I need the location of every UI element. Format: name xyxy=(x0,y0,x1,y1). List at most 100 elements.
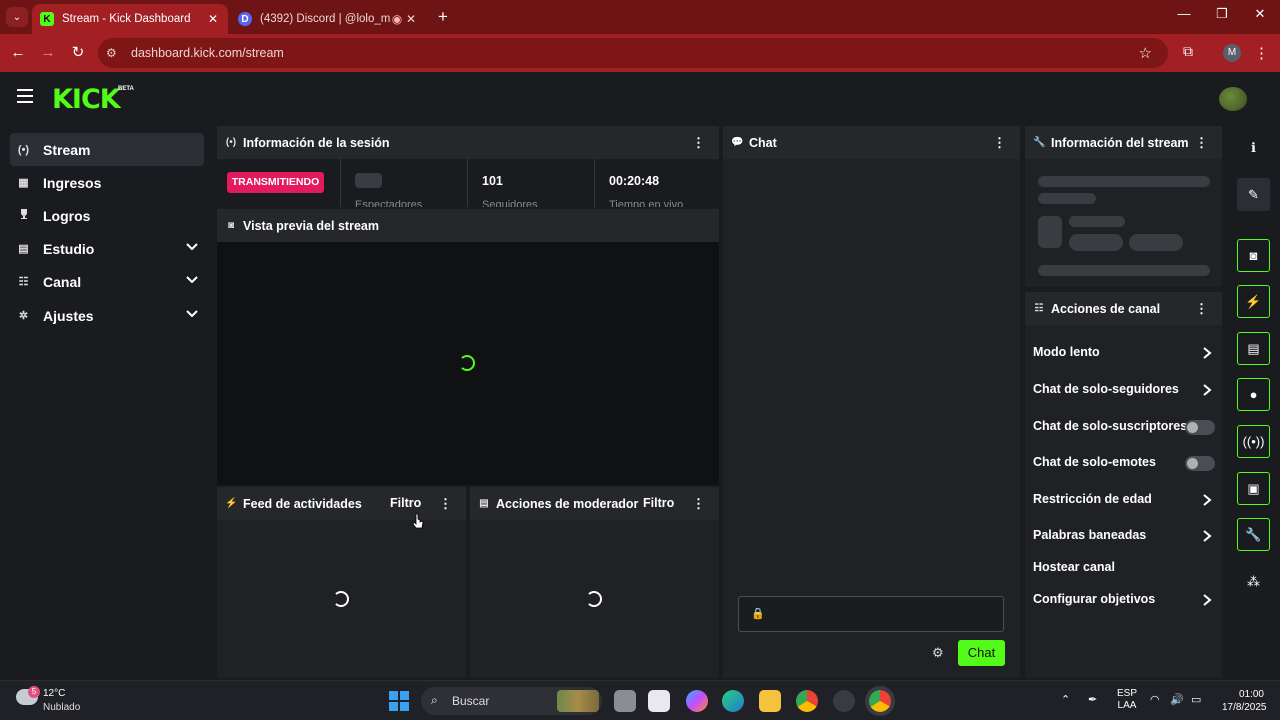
panel-title: Información de la sesión xyxy=(243,135,390,150)
edge-icon[interactable] xyxy=(722,690,744,712)
file-explorer-icon[interactable] xyxy=(759,690,781,712)
subscribers-only-toggle[interactable] xyxy=(1185,420,1215,435)
minimize-button[interactable]: — xyxy=(1165,6,1203,21)
sidebar-item-label: Estudio xyxy=(43,240,95,257)
taskbar-search[interactable]: ⌕ Buscar xyxy=(421,687,602,715)
sidebar-item-ajustes[interactable]: ✲ Ajustes xyxy=(10,299,204,332)
sidebar-item-ingresos[interactable]: ▦ Ingresos xyxy=(10,166,204,199)
action-followers-only[interactable]: Chat de solo-seguidores xyxy=(1033,382,1215,404)
close-window-button[interactable]: ✕ xyxy=(1241,6,1279,22)
panel-header: ◙ Vista previa del stream xyxy=(217,209,719,242)
url-field[interactable]: ⚙ dashboard.kick.com/stream ☆ xyxy=(98,38,1168,68)
more-options-icon[interactable]: ⋮ xyxy=(1195,135,1208,151)
followers-stat: 101 Seguidores xyxy=(467,159,594,207)
app-icon[interactable] xyxy=(648,690,670,712)
chevron-down-icon[interactable] xyxy=(186,273,198,285)
reload-icon[interactable]: ↻ xyxy=(68,43,88,63)
chat-panel: 💬 Chat ⋮ 🔒 ⚙ Chat xyxy=(723,126,1020,678)
action-host-channel[interactable]: Hostear canal xyxy=(1033,560,1215,582)
task-view-icon[interactable] xyxy=(614,690,636,712)
gear-icon[interactable]: ⚙ xyxy=(932,645,944,661)
info-skeleton xyxy=(1038,265,1210,276)
sidebar-item-stream[interactable]: (•) Stream xyxy=(10,133,204,166)
info-icon[interactable]: ℹ xyxy=(1237,131,1270,164)
search-highlight-image xyxy=(557,690,599,712)
sidebar-item-estudio[interactable]: ▤ Estudio xyxy=(10,232,204,265)
action-slow-mode[interactable]: Modo lento xyxy=(1033,345,1215,367)
chrome-profile-icon[interactable] xyxy=(869,690,891,712)
search-label: Buscar xyxy=(452,694,490,708)
forward-arrow-icon[interactable]: → xyxy=(38,43,58,63)
sidebar-item-logros[interactable]: Logros xyxy=(10,199,204,232)
notes-icon[interactable]: ▤ xyxy=(1237,332,1270,365)
filter-button[interactable]: Filtro xyxy=(643,496,674,510)
more-options-icon[interactable]: ⋮ xyxy=(1195,301,1208,317)
filter-button[interactable]: Filtro xyxy=(390,496,421,510)
action-label: Modo lento xyxy=(1033,345,1100,359)
notification-badge: 5 xyxy=(28,686,40,698)
more-options-icon[interactable]: ⋮ xyxy=(692,135,705,151)
extensions-icon[interactable]: ⧉ xyxy=(1178,43,1198,63)
browser-tab-bar: ⌄ K Stream - Kick Dashboard ✕ D (4392) D… xyxy=(0,0,1280,34)
language-top: ESP xyxy=(1117,688,1138,699)
more-options-icon[interactable]: ⋮ xyxy=(692,496,705,512)
new-tab-button[interactable]: + xyxy=(434,8,452,26)
chrome-icon[interactable] xyxy=(796,690,818,712)
more-options-icon[interactable]: ⋮ xyxy=(439,496,452,512)
edit-icon[interactable]: ✎ xyxy=(1237,178,1270,211)
action-age-restriction[interactable]: Restricción de edad xyxy=(1033,492,1215,514)
language-indicator[interactable]: ESP LAA xyxy=(1117,688,1137,712)
weather-desc[interactable]: Nublado xyxy=(43,702,80,713)
close-tab-icon[interactable]: ✕ xyxy=(404,12,418,26)
action-banned-words[interactable]: Palabras baneadas xyxy=(1033,528,1215,550)
weather-temp[interactable]: 12°C xyxy=(43,688,65,699)
battery-icon[interactable]: ▭ xyxy=(1191,693,1201,706)
sidebar-item-canal[interactable]: ☷ Canal xyxy=(10,265,204,298)
wifi-icon[interactable]: ◠ xyxy=(1150,693,1160,706)
bookmark-star-icon[interactable]: ☆ xyxy=(1139,44,1152,62)
chevron-down-icon[interactable] xyxy=(186,307,198,319)
hamburger-menu-icon[interactable] xyxy=(17,89,35,107)
uptime-value: 00:20:48 xyxy=(609,174,660,188)
channel-actions-panel: ☷ Acciones de canal ⋮ Modo lento Chat de… xyxy=(1025,292,1222,678)
chat-bubble-icon[interactable]: ● xyxy=(1237,378,1270,411)
wrench-icon[interactable]: 🔧 xyxy=(1237,518,1270,551)
lightning-icon[interactable]: ⚡ xyxy=(1237,285,1270,318)
layout-icon[interactable]: ▣ xyxy=(1237,472,1270,505)
sidebar-item-label: Canal xyxy=(43,273,82,290)
lightning-icon: ⚡ xyxy=(225,498,238,509)
profile-avatar[interactable]: M xyxy=(1223,44,1241,62)
preview-icon: ◙ xyxy=(227,220,235,231)
site-settings-icon[interactable]: ⚙ xyxy=(106,46,117,60)
close-tab-icon[interactable]: ✕ xyxy=(206,12,220,26)
app-icon[interactable] xyxy=(833,690,855,712)
kick-logo[interactable]: KICK xyxy=(52,84,121,115)
tab-search-button[interactable]: ⌄ xyxy=(6,7,28,27)
broadcast-icon[interactable]: ((•)) xyxy=(1237,425,1270,458)
chevron-up-icon[interactable]: ⌃ xyxy=(1061,693,1070,706)
copilot-icon[interactable] xyxy=(686,690,708,712)
chevron-down-icon[interactable] xyxy=(186,240,198,252)
action-configure-goals[interactable]: Configurar objetivos xyxy=(1033,592,1215,614)
emotes-only-toggle[interactable] xyxy=(1185,456,1215,471)
pen-icon[interactable]: ✒ xyxy=(1088,693,1097,706)
more-options-icon[interactable]: ⋮ xyxy=(993,135,1006,151)
taskbar-clock[interactable]: 01:00 17/8/2025 xyxy=(1222,688,1267,714)
windows-start-icon[interactable] xyxy=(389,691,409,711)
more-widgets-icon[interactable]: ⁂ xyxy=(1237,565,1270,598)
user-avatar[interactable] xyxy=(1219,87,1247,111)
chat-input[interactable]: 🔒 xyxy=(738,596,1004,632)
volume-icon[interactable]: 🔊 xyxy=(1170,693,1184,706)
browser-tab-active[interactable]: K Stream - Kick Dashboard ✕ xyxy=(32,4,228,34)
broadcast-icon: (•) xyxy=(225,137,237,148)
browser-tab-inactive[interactable]: D (4392) Discord | @lolo_mar ◉ ✕ xyxy=(230,4,426,34)
preview-icon[interactable]: ◙ xyxy=(1237,239,1270,272)
tab-title: Stream - Kick Dashboard xyxy=(62,13,191,25)
beta-label: BETA xyxy=(118,86,134,92)
panel-title: Vista previa del stream xyxy=(243,218,379,233)
chat-send-button[interactable]: Chat xyxy=(958,640,1005,666)
action-label: Hostear canal xyxy=(1033,560,1115,574)
back-arrow-icon[interactable]: ← xyxy=(8,43,28,63)
browser-menu-icon[interactable]: ⋮ xyxy=(1254,44,1269,62)
maximize-button[interactable]: ❐ xyxy=(1203,6,1241,22)
